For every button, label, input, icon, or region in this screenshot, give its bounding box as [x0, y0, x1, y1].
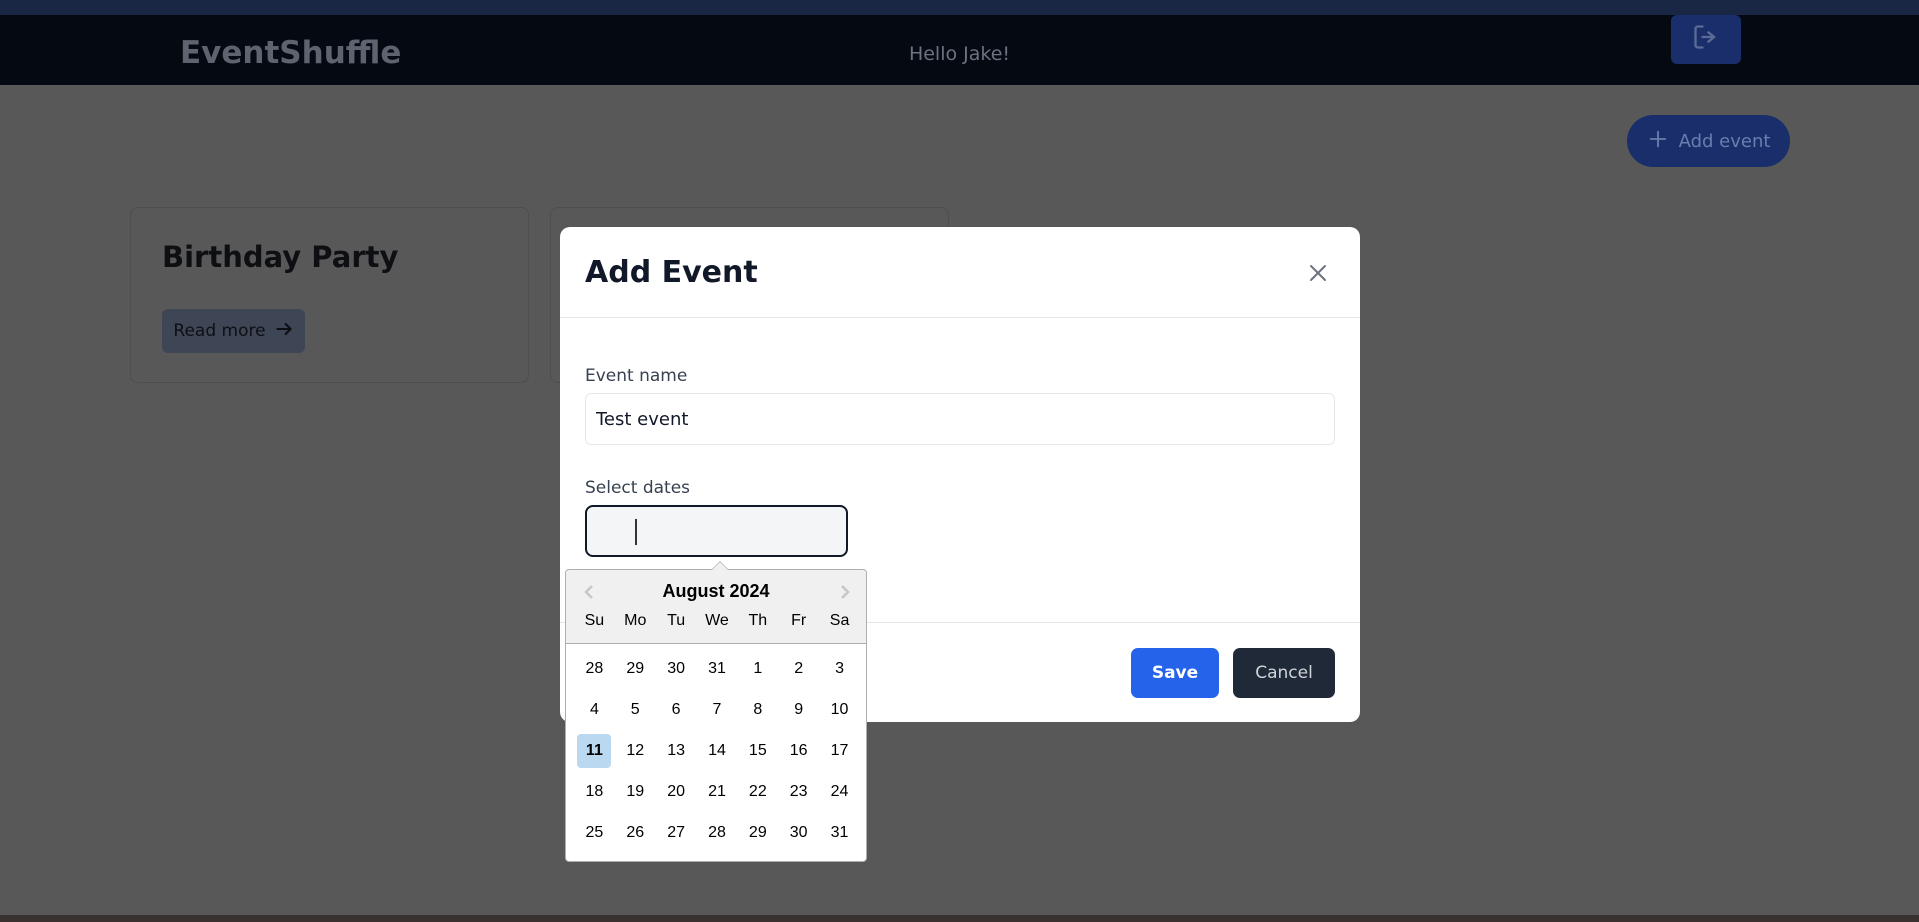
month-label: August 2024 [662, 581, 770, 601]
day-cell[interactable]: 28 [700, 816, 734, 850]
navbar: EventShuffle Hello Jake! [0, 15, 1919, 85]
add-event-button[interactable]: Add event [1627, 115, 1790, 167]
date-input[interactable] [585, 505, 848, 557]
day-cell[interactable]: 31 [700, 652, 734, 686]
day-cell[interactable]: 1 [741, 652, 775, 686]
arrow-right-icon [274, 319, 294, 344]
day-cell[interactable]: 27 [659, 816, 693, 850]
day-cell[interactable]: 8 [741, 693, 775, 727]
week-row: 4 5 6 7 8 9 10 [574, 693, 860, 734]
modal-title: Add Event [585, 255, 758, 290]
chevron-right-icon [834, 585, 854, 606]
day-cell-today[interactable]: 11 [577, 734, 612, 768]
day-cell[interactable]: 23 [782, 775, 816, 809]
logout-button[interactable] [1671, 15, 1741, 64]
week-row: 11 12 13 14 15 16 17 [574, 734, 860, 775]
day-cell[interactable]: 24 [823, 775, 857, 809]
week-row: 18 19 20 21 22 23 24 [574, 775, 860, 816]
day-cell[interactable]: 26 [618, 816, 652, 850]
event-name-input[interactable] [585, 393, 1335, 445]
cancel-button[interactable]: Cancel [1233, 648, 1335, 698]
day-cell[interactable]: 14 [700, 734, 734, 768]
date-picker-header: August 2024 Su Mo Tu We Th Fr Sa [566, 570, 866, 644]
day-cell[interactable]: 28 [577, 652, 611, 686]
logout-icon [1692, 23, 1720, 56]
weekday-label: Fr [791, 612, 807, 629]
read-more-button[interactable]: Read more [162, 309, 305, 353]
close-button[interactable] [1303, 260, 1333, 290]
day-cell[interactable]: 13 [659, 734, 693, 768]
greeting-text: Hello Jake! [908, 43, 1011, 65]
day-cell[interactable]: 30 [782, 816, 816, 850]
header-divider [560, 317, 1360, 318]
day-cell[interactable]: 19 [618, 775, 652, 809]
day-cell[interactable]: 18 [577, 775, 611, 809]
day-cell[interactable]: 31 [823, 816, 857, 850]
weekday-label: We [705, 612, 729, 629]
top-strip [0, 0, 1919, 15]
day-cell[interactable]: 29 [618, 652, 652, 686]
day-cell[interactable]: 10 [823, 693, 857, 727]
weekday-label: Mo [624, 612, 647, 629]
day-cell[interactable]: 7 [700, 693, 734, 727]
close-icon [1308, 263, 1328, 288]
day-cell[interactable]: 25 [577, 816, 611, 850]
day-cell[interactable]: 9 [782, 693, 816, 727]
day-cell[interactable]: 22 [741, 775, 775, 809]
save-button[interactable]: Save [1131, 648, 1219, 698]
text-caret [635, 519, 637, 545]
weekday-header: Su Mo Tu We Th Fr Sa [574, 612, 860, 630]
read-more-label: Read more [173, 321, 266, 341]
day-cell[interactable]: 29 [741, 816, 775, 850]
weekday-label: Su [584, 612, 605, 629]
day-cell[interactable]: 17 [823, 734, 857, 768]
day-cell[interactable]: 21 [700, 775, 734, 809]
day-cell[interactable]: 4 [577, 693, 611, 727]
day-cell[interactable]: 2 [782, 652, 816, 686]
date-picker-pointer-inner [712, 562, 728, 570]
event-card: Birthday Party Read more [130, 207, 529, 383]
event-name-label: Event name [585, 366, 688, 386]
add-event-label: Add event [1678, 130, 1771, 152]
next-month-button[interactable] [834, 582, 854, 602]
week-row: 28 29 30 31 1 2 3 [574, 652, 860, 693]
day-cell[interactable]: 12 [618, 734, 652, 768]
event-card-title: Birthday Party [162, 240, 399, 274]
day-cell[interactable]: 20 [659, 775, 693, 809]
day-cell[interactable]: 5 [618, 693, 652, 727]
plus-icon [1647, 128, 1669, 155]
day-cell[interactable]: 16 [782, 734, 816, 768]
weekday-label: Th [748, 612, 768, 629]
week-row: 25 26 27 28 29 30 31 [574, 816, 860, 857]
day-cell[interactable]: 3 [823, 652, 857, 686]
date-grid: 28 29 30 31 1 2 3 4 5 6 7 8 9 10 11 12 1… [574, 652, 860, 857]
date-picker: August 2024 Su Mo Tu We Th Fr Sa 28 29 3… [565, 561, 867, 862]
weekday-label: Tu [667, 612, 686, 629]
day-cell[interactable]: 6 [659, 693, 693, 727]
weekday-label: Sa [829, 612, 850, 629]
day-cell[interactable]: 30 [659, 652, 693, 686]
day-cell[interactable]: 15 [741, 734, 775, 768]
bottom-strip [0, 915, 1919, 922]
select-dates-label: Select dates [585, 478, 691, 498]
